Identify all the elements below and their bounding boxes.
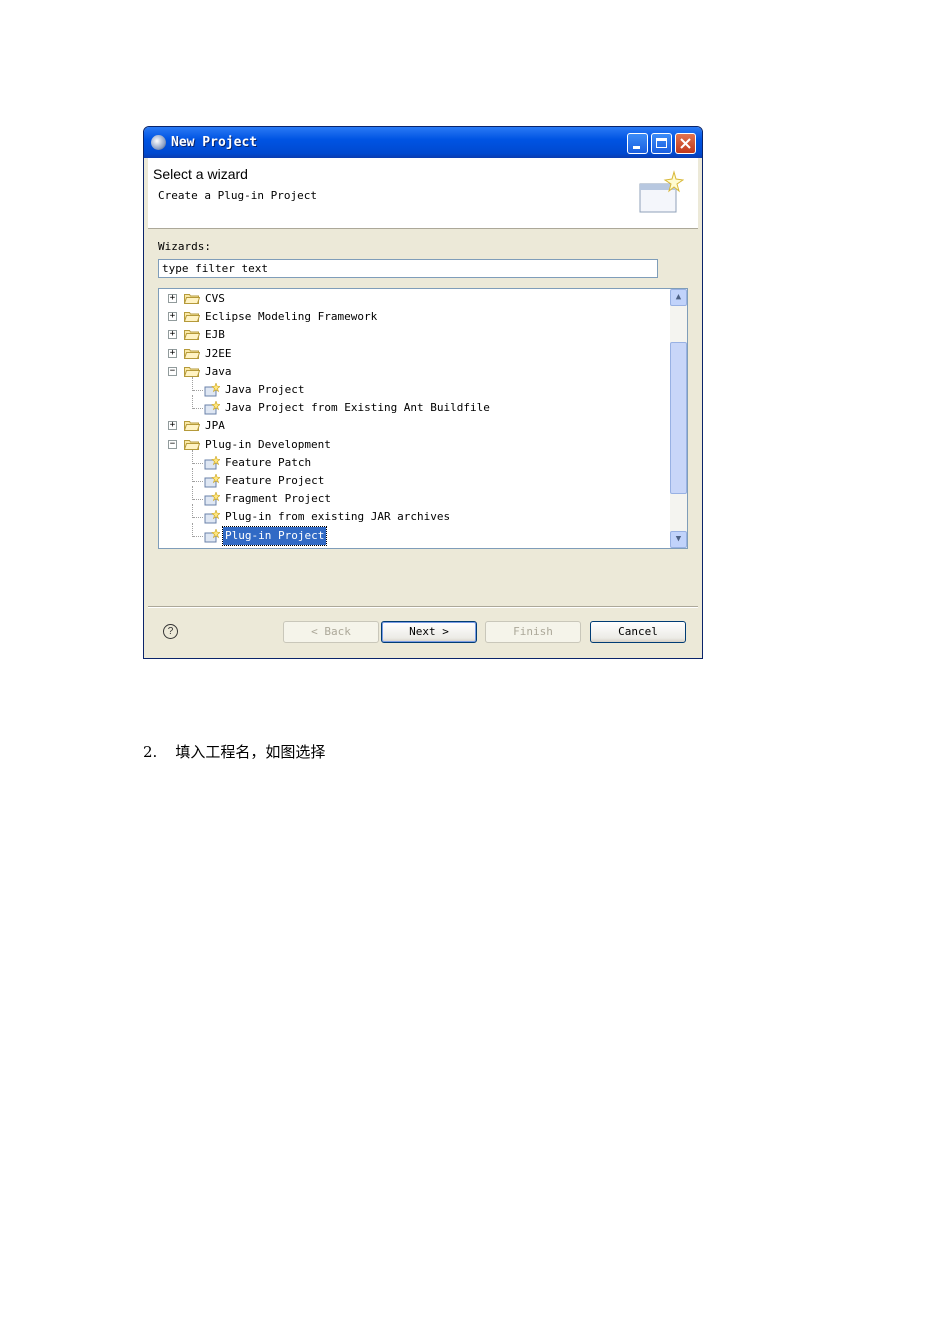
wizard-tree[interactable]: + CVS + Eclipse Modeling Framework + EJB + J2EE…: [158, 288, 688, 549]
tree-folder-row[interactable]: − Java: [159, 363, 669, 381]
tree-connector: [192, 486, 193, 501]
tree-connector: [193, 390, 203, 391]
tree-connector: [193, 517, 203, 519]
step-text: 填入工程名，如图选择: [175, 743, 326, 761]
tree-item-label: Eclipse Modeling Framework: [205, 310, 378, 324]
scroll-up-button[interactable]: ▲: [670, 289, 687, 306]
new-project-dialog: New Project Select a wizard Create a Plu…: [143, 126, 703, 659]
tree-connector: [193, 408, 203, 410]
tree-wizard-row[interactable]: Feature Project: [159, 468, 669, 490]
tree-item-label: Plug-in from existing JAR archives: [225, 510, 451, 524]
wizard-icon: [204, 510, 220, 524]
folder-icon: [184, 294, 200, 304]
step-caption: 2. 填入工程名，如图选择: [143, 741, 325, 762]
collapse-icon[interactable]: −: [168, 439, 177, 449]
expand-icon[interactable]: +: [168, 330, 177, 340]
folder-icon: [184, 312, 200, 323]
banner-subtitle: Create a Plug-in Project: [158, 189, 317, 202]
back-button[interactable]: < Back: [283, 621, 379, 643]
tree-connector: [193, 481, 203, 482]
wizard-banner: Select a wizard Create a Plug-in Project: [148, 158, 698, 229]
tree-wizard-row[interactable]: Plug-in Project: [159, 522, 669, 546]
tree-folder-row[interactable]: + CVS: [159, 290, 669, 308]
tree-item-label: Java: [205, 364, 232, 378]
folder-icon: [184, 330, 200, 341]
tree-item-label: CVS: [205, 292, 225, 305]
wizard-icon: [204, 455, 220, 470]
expand-icon[interactable]: +: [168, 421, 177, 431]
tree-item-label: JPA: [205, 419, 225, 433]
tree-folder-row[interactable]: + J2EE: [159, 345, 669, 363]
folder-icon: [184, 366, 200, 377]
tree-wizard-row[interactable]: Java Project from Existing Ant Buildfile: [159, 395, 669, 417]
tree-connector: [193, 462, 203, 464]
selected-tree-item-label: Plug-in Project: [221, 525, 328, 546]
tree-connector: [192, 468, 193, 482]
minimize-button[interactable]: [627, 133, 648, 154]
tree-connector: [193, 499, 203, 501]
title-bar[interactable]: New Project: [144, 127, 702, 158]
tree-folder-row[interactable]: + EJB: [159, 326, 669, 344]
folder-icon: [184, 439, 200, 450]
dialog-title: New Project: [171, 135, 258, 150]
tree-wizard-row[interactable]: Fragment Project: [159, 486, 669, 508]
collapse-icon[interactable]: −: [168, 366, 177, 376]
new-wizard-icon: [639, 170, 684, 213]
tree-connector: [193, 535, 203, 537]
tree-connector: [192, 449, 193, 464]
tree-connector: [192, 522, 193, 537]
wizards-label: Wizards:: [158, 240, 211, 253]
wizard-icon: [204, 528, 220, 543]
close-icon: [680, 138, 691, 149]
vertical-scrollbar[interactable]: ▲ ▼: [670, 289, 687, 548]
folder-icon: [184, 421, 200, 432]
expand-icon[interactable]: +: [168, 348, 177, 358]
tree-wizard-row[interactable]: Plug-in from existing JAR archives: [159, 504, 669, 526]
minimize-icon: [633, 146, 640, 149]
tree-item-label: Java Project from Existing Ant Buildfile: [225, 401, 490, 415]
tree-wizard-row[interactable]: Feature Patch: [159, 449, 669, 472]
expand-icon[interactable]: +: [168, 294, 177, 303]
cancel-button[interactable]: Cancel: [590, 621, 686, 643]
maximize-icon: [656, 138, 667, 148]
tree-item-label: Feature Patch: [225, 455, 312, 469]
scroll-down-button[interactable]: ▼: [670, 531, 687, 548]
tree-item-label: EJB: [205, 328, 225, 342]
tree-connector: [192, 395, 193, 410]
tree-wizard-row[interactable]: Java Project: [159, 377, 669, 399]
folder-icon: [184, 348, 200, 359]
tree-item-label: J2EE: [205, 346, 232, 360]
tree-item-label: Java Project: [225, 383, 305, 396]
help-icon[interactable]: ?: [163, 624, 178, 639]
tree-folder-row[interactable]: + JPA: [159, 417, 669, 435]
next-button[interactable]: Next >: [381, 621, 477, 643]
wizard-icon: [204, 474, 220, 488]
tree-item-label: Feature Project: [225, 474, 325, 487]
tree-item-label: Fragment Project: [225, 492, 331, 506]
tree-folder-row[interactable]: + Eclipse Modeling Framework: [159, 308, 669, 326]
wizard-icon: [204, 492, 220, 506]
maximize-button[interactable]: [651, 133, 672, 154]
eclipse-icon: [151, 135, 166, 150]
scroll-thumb[interactable]: [670, 342, 687, 494]
banner-title: Select a wizard: [153, 166, 248, 182]
close-button[interactable]: [675, 133, 696, 154]
tree-connector: [192, 377, 193, 391]
filter-input[interactable]: type filter text: [158, 259, 658, 278]
finish-button[interactable]: Finish: [485, 621, 581, 643]
wizard-icon: [204, 401, 220, 415]
tree-connector: [192, 504, 193, 519]
step-number: 2.: [143, 743, 158, 761]
tree-item-label: Plug-in Development: [205, 437, 331, 451]
tree-folder-row[interactable]: − Plug-in Development: [159, 436, 669, 454]
wizard-icon: [204, 383, 220, 397]
button-bar-separator: [148, 606, 698, 608]
expand-icon[interactable]: +: [168, 312, 177, 322]
